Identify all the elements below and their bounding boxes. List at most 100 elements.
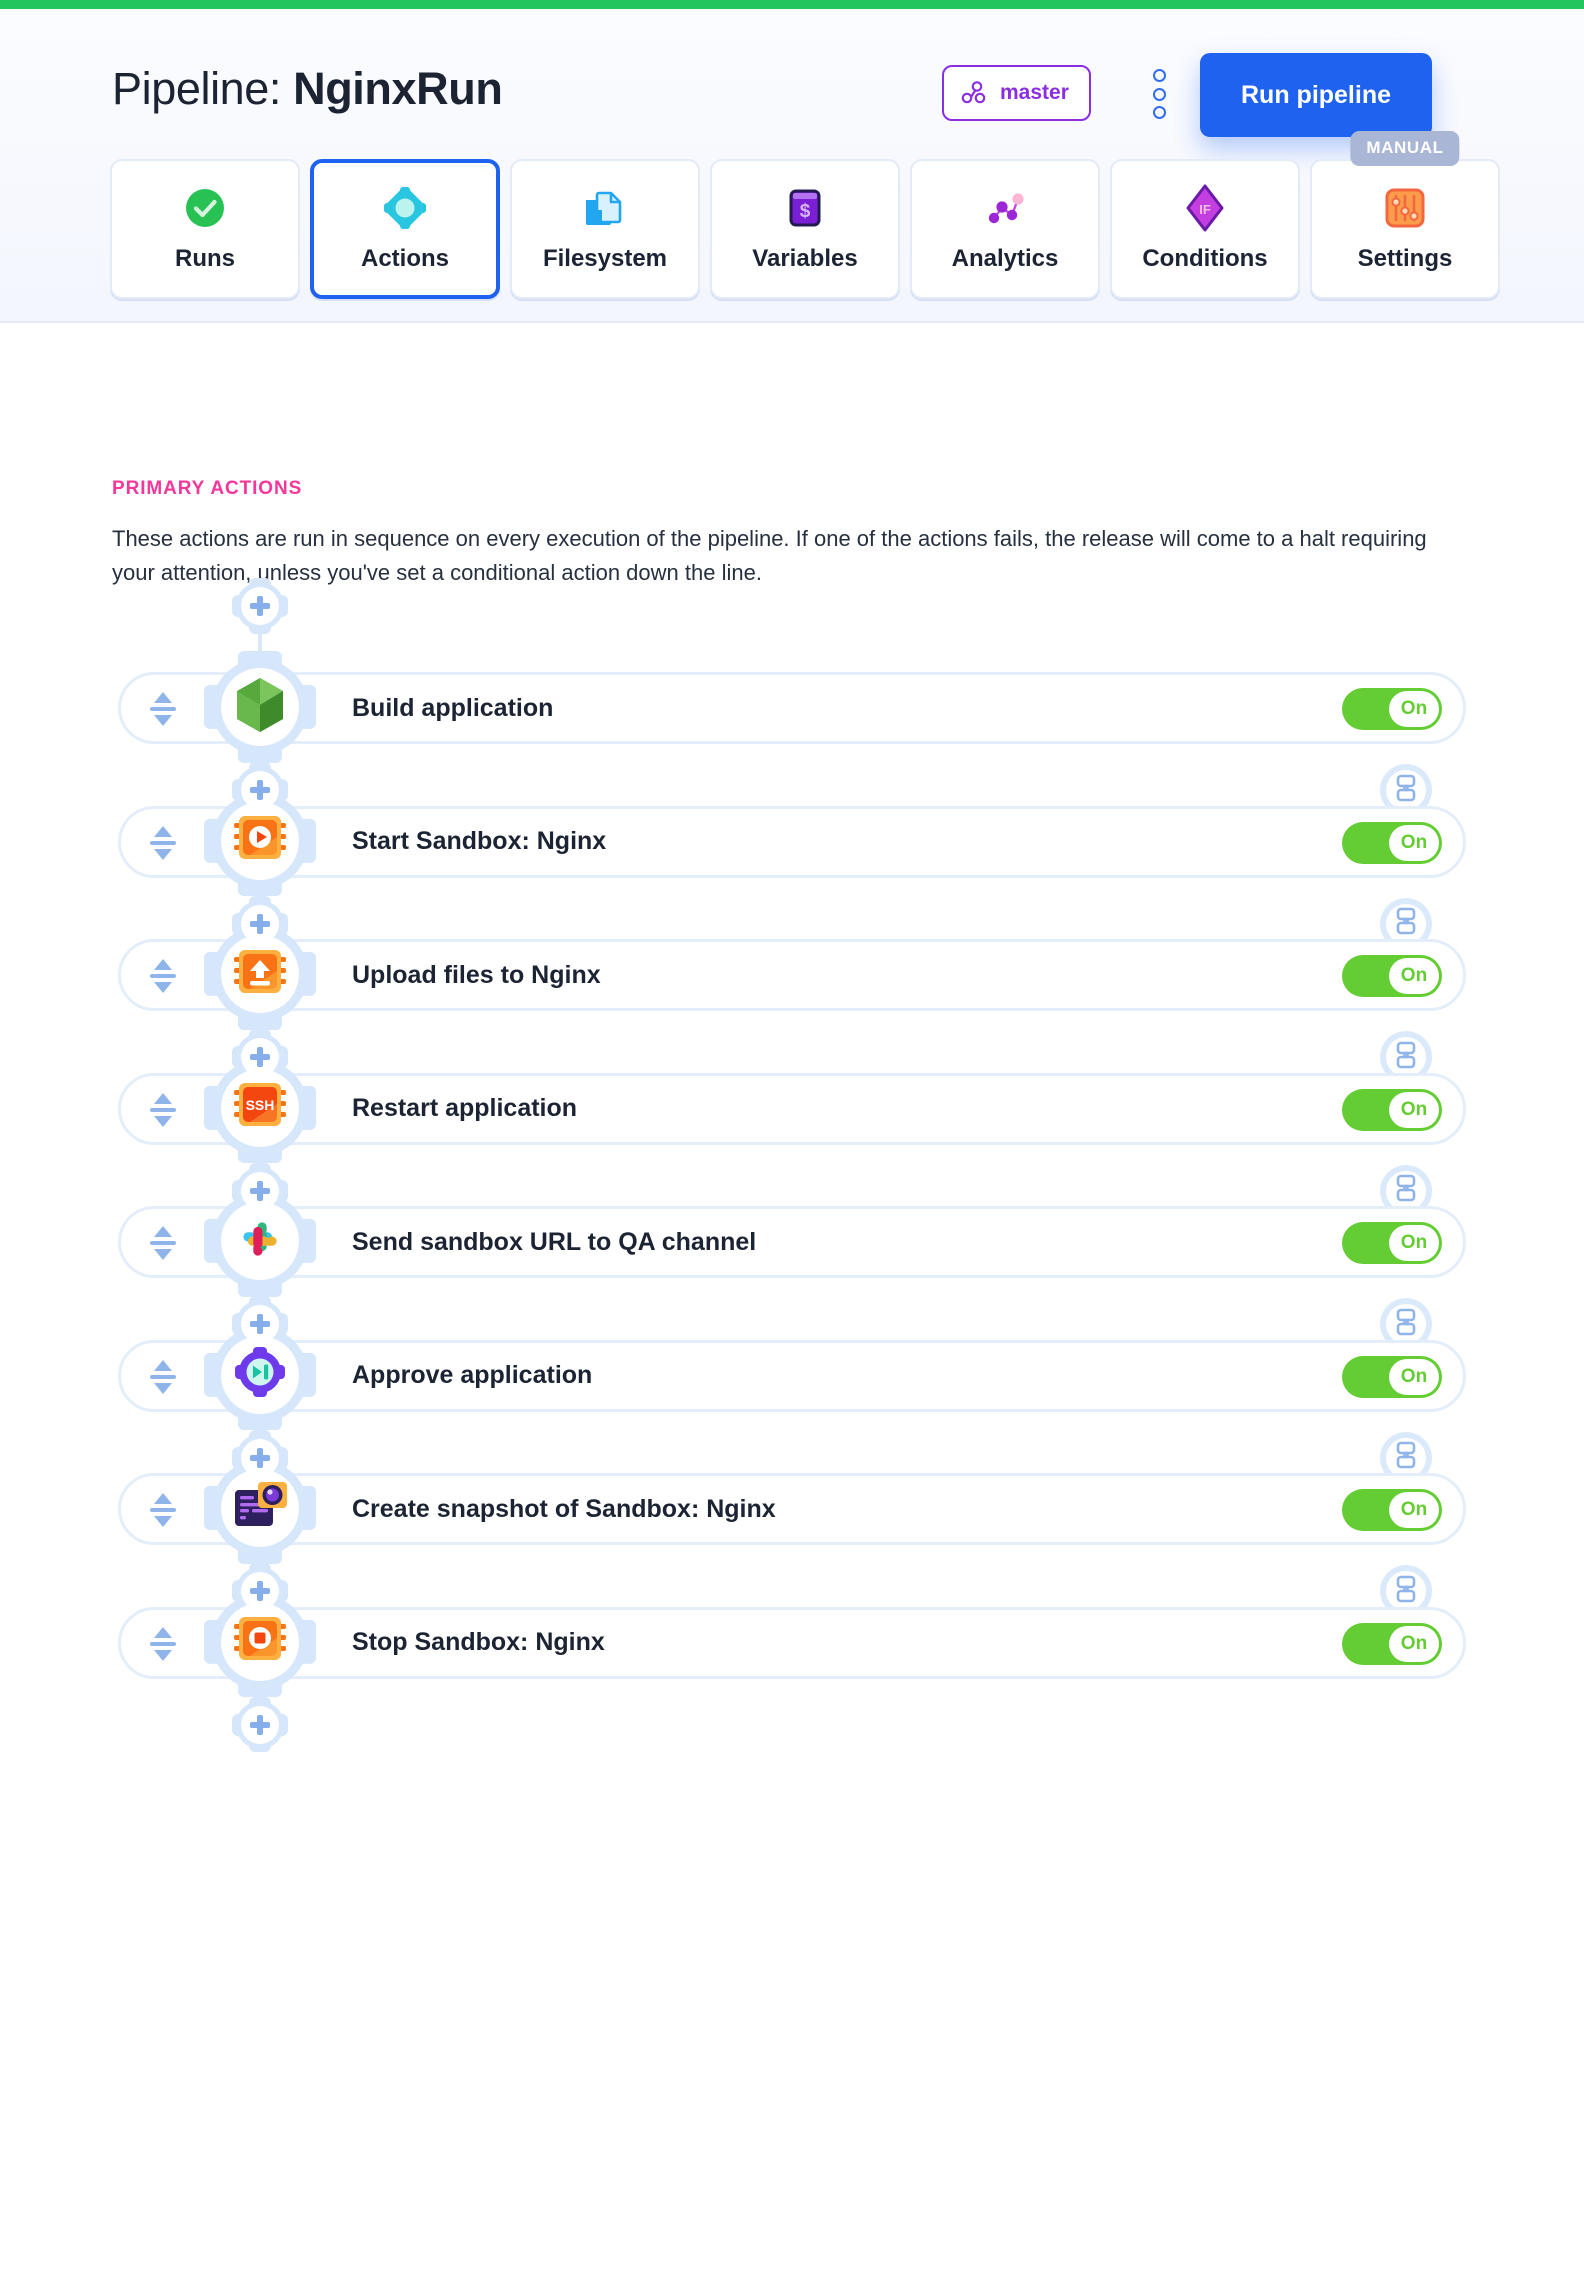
action-enabled-toggle[interactable]: On	[1342, 1222, 1442, 1264]
more-options-icon[interactable]	[1144, 69, 1174, 119]
hourglass-icon	[1393, 1575, 1419, 1608]
add-action-gear	[236, 1700, 284, 1749]
approve-gear-play-icon	[232, 1344, 288, 1405]
action-name: Restart application	[352, 1094, 578, 1122]
action-gear	[212, 1460, 308, 1556]
git-branch-icon	[960, 81, 988, 105]
tab-actions[interactable]: Actions	[310, 159, 500, 299]
action-row[interactable]: SSH Restart application On	[0, 1059, 1584, 1156]
action-gear-inner	[221, 1335, 299, 1414]
drag-updown-icon[interactable]	[149, 1092, 177, 1127]
add-action-button-8[interactable]	[236, 1700, 284, 1749]
action-gear	[212, 1326, 308, 1423]
plus-icon	[250, 1314, 270, 1334]
drag-divider	[150, 840, 176, 845]
hourglass-icon	[1393, 907, 1419, 940]
tab-variables[interactable]: $ Variables	[710, 159, 900, 299]
action-card[interactable]	[118, 1072, 1466, 1145]
action-gear	[212, 1593, 308, 1690]
action-enabled-toggle[interactable]: On	[1342, 955, 1442, 997]
drag-updown-icon[interactable]	[149, 1359, 177, 1394]
action-icon-node[interactable]	[212, 792, 308, 889]
drag-up-arrow	[154, 692, 172, 703]
tab-analytics[interactable]: Analytics	[910, 159, 1100, 299]
action-icon-node[interactable]	[212, 659, 308, 755]
action-icon-node[interactable]: SSH	[212, 1059, 308, 1156]
toggle-state-label: On	[1389, 958, 1439, 994]
action-card[interactable]	[118, 1206, 1466, 1278]
action-icon-node[interactable]	[212, 1593, 308, 1690]
add-action-gear-inner	[241, 1705, 279, 1744]
add-action-gear-inner	[241, 587, 279, 625]
action-row[interactable]: Start Sandbox: Nginx On	[0, 792, 1584, 889]
drag-down-arrow	[154, 1516, 172, 1527]
wait-node-inner	[1386, 1571, 1426, 1611]
action-card[interactable]	[118, 1339, 1466, 1412]
section-title: PRIMARY ACTIONS	[112, 478, 303, 499]
toggle-state-label: On	[1389, 824, 1439, 861]
action-row[interactable]: Build application On	[0, 659, 1584, 755]
action-row[interactable]: Upload files to Nginx On	[0, 926, 1584, 1022]
action-icon-node[interactable]	[212, 1326, 308, 1423]
action-card[interactable]	[118, 672, 1466, 744]
action-enabled-toggle[interactable]: On	[1342, 688, 1442, 730]
plus-icon	[250, 1180, 270, 1201]
action-card[interactable]	[118, 939, 1466, 1011]
action-gear-inner	[221, 801, 299, 880]
drag-updown-icon[interactable]	[149, 959, 177, 993]
plus-icon	[250, 1581, 270, 1601]
drag-updown-icon[interactable]	[149, 692, 177, 726]
action-name: Create snapshot of Sandbox: Nginx	[352, 1494, 776, 1523]
action-card[interactable]	[118, 805, 1466, 878]
toggle-state-label: On	[1389, 1358, 1439, 1395]
drag-updown-icon[interactable]	[149, 825, 177, 860]
action-row[interactable]: Stop Sandbox: Nginx On	[0, 1593, 1584, 1690]
plus-icon	[250, 1047, 270, 1067]
top-progress-bar	[0, 0, 1584, 9]
add-action-button-0[interactable]	[236, 582, 284, 630]
sandbox-play-icon	[232, 810, 288, 871]
action-row[interactable]: Create snapshot of Sandbox: Nginx On	[0, 1460, 1584, 1556]
tab-runs-label: Runs	[175, 245, 235, 272]
gear-icon	[382, 185, 428, 231]
manual-badge: MANUAL	[1350, 131, 1460, 166]
drag-updown-icon[interactable]	[149, 1493, 177, 1527]
action-enabled-toggle[interactable]: On	[1342, 1489, 1442, 1531]
drag-divider	[150, 1508, 176, 1512]
toggle-state-label: On	[1389, 1091, 1439, 1128]
hourglass-icon	[1393, 1174, 1419, 1207]
tab-conditions[interactable]: IF Conditions	[1110, 159, 1300, 299]
tab-settings[interactable]: MANUAL Settings	[1310, 131, 1500, 299]
drag-up-arrow	[154, 1092, 172, 1104]
action-card[interactable]	[118, 1606, 1466, 1679]
action-icon-node[interactable]	[212, 926, 308, 1022]
run-pipeline-button[interactable]: Run pipeline	[1200, 53, 1432, 137]
tab-filesystem[interactable]: Filesystem	[510, 159, 700, 299]
action-card[interactable]	[118, 1473, 1466, 1545]
action-enabled-toggle[interactable]: On	[1342, 1622, 1442, 1665]
svg-text:SSH: SSH	[246, 1097, 275, 1113]
pipeline-tabs: Runs Actions Filesystem $ Variables Anal…	[110, 131, 1500, 299]
terminal-dollar-icon: $	[782, 185, 828, 231]
drag-divider	[150, 974, 176, 978]
plus-icon	[250, 596, 270, 616]
action-gear: SSH	[212, 1059, 308, 1156]
action-icon-node[interactable]	[212, 1460, 308, 1556]
action-icon-node[interactable]	[212, 1193, 308, 1289]
action-enabled-toggle[interactable]: On	[1342, 821, 1442, 864]
plus-icon	[250, 780, 270, 800]
tab-settings-label: Settings	[1357, 245, 1453, 272]
drag-updown-icon[interactable]	[149, 1626, 177, 1661]
branch-selector[interactable]: master	[942, 65, 1091, 121]
action-enabled-toggle[interactable]: On	[1342, 1088, 1442, 1131]
action-row[interactable]: Approve application On	[0, 1326, 1584, 1423]
drag-up-arrow	[154, 1493, 172, 1504]
action-gear-inner	[221, 668, 299, 746]
tab-runs[interactable]: Runs	[110, 159, 300, 299]
action-row[interactable]: Send sandbox URL to QA channel On	[0, 1193, 1584, 1289]
drag-down-arrow	[154, 1382, 172, 1394]
drag-updown-icon[interactable]	[149, 1226, 177, 1260]
action-enabled-toggle[interactable]: On	[1342, 1355, 1442, 1398]
tab-actions-label: Actions	[360, 245, 449, 272]
action-gear-inner	[221, 1469, 299, 1547]
